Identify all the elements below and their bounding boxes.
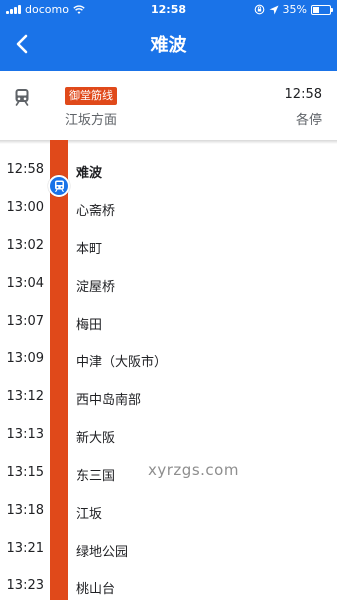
stop-time: 12:58 <box>6 162 44 177</box>
stop-name: 新大阪 <box>76 431 116 446</box>
stop-row[interactable]: 13:18 江坂 <box>0 503 337 523</box>
stop-time: 13:02 <box>6 238 44 253</box>
train-icon <box>15 89 29 106</box>
stop-row[interactable]: 13:09 中津（大阪市） <box>0 351 337 371</box>
stop-time: 13:04 <box>6 276 44 291</box>
stop-row[interactable]: 13:21 绿地公园 <box>0 541 337 561</box>
header-bar: docomo 12:58 35% 难波 <box>0 0 337 71</box>
battery-icon <box>311 4 333 15</box>
stop-name: 淀屋桥 <box>76 280 116 295</box>
stop-time: 13:12 <box>6 389 44 404</box>
rotation-lock-icon <box>254 4 264 15</box>
watermark: xyrzgs.com <box>148 461 239 479</box>
stop-row[interactable]: 13:04 淀屋桥 <box>0 276 337 296</box>
service-type: 各停 <box>295 113 322 128</box>
stop-time: 13:23 <box>6 578 44 593</box>
location-arrow-icon <box>269 5 279 14</box>
stop-row[interactable]: 13:07 梅田 <box>0 314 337 334</box>
page-title: 难波 <box>150 35 187 56</box>
status-right: 35% <box>254 3 333 16</box>
stop-time: 13:00 <box>6 200 44 215</box>
train-position-marker <box>48 175 70 197</box>
stop-name: 本町 <box>76 242 103 257</box>
status-bar: docomo 12:58 35% <box>0 0 337 20</box>
line-badge: 御堂筋线 <box>65 87 117 105</box>
stop-time: 13:13 <box>6 427 44 442</box>
stop-name: 桃山台 <box>76 582 116 597</box>
stop-name: 绿地公园 <box>76 545 129 560</box>
stop-row[interactable]: 13:13 新大阪 <box>0 427 337 447</box>
stop-time: 13:07 <box>6 314 44 329</box>
stop-name: 中津（大阪市） <box>76 355 168 370</box>
departure-time: 12:58 <box>284 87 322 102</box>
stop-name: 难波 <box>76 166 103 181</box>
battery-percent: 35% <box>282 3 307 16</box>
direction-label: 江坂方面 <box>65 113 118 128</box>
stop-name: 东三国 <box>76 469 116 484</box>
stop-time: 13:18 <box>6 503 44 518</box>
stop-time: 13:09 <box>6 351 44 366</box>
stop-row[interactable]: 13:12 西中岛南部 <box>0 389 337 409</box>
stop-name: 江坂 <box>76 507 103 522</box>
route-info <box>0 71 337 140</box>
stop-row[interactable]: 13:00 心斋桥 <box>0 200 337 220</box>
stop-name: 梅田 <box>76 318 103 333</box>
stop-row[interactable]: 13:02 本町 <box>0 238 337 258</box>
stop-time: 13:21 <box>6 541 44 556</box>
stop-name: 心斋桥 <box>76 204 116 219</box>
stop-row[interactable]: 13:23 桃山台 <box>0 578 337 598</box>
train-icon <box>54 180 64 192</box>
battery-level <box>313 6 319 13</box>
stop-name: 西中岛南部 <box>76 393 142 408</box>
stop-time: 13:15 <box>6 465 44 480</box>
